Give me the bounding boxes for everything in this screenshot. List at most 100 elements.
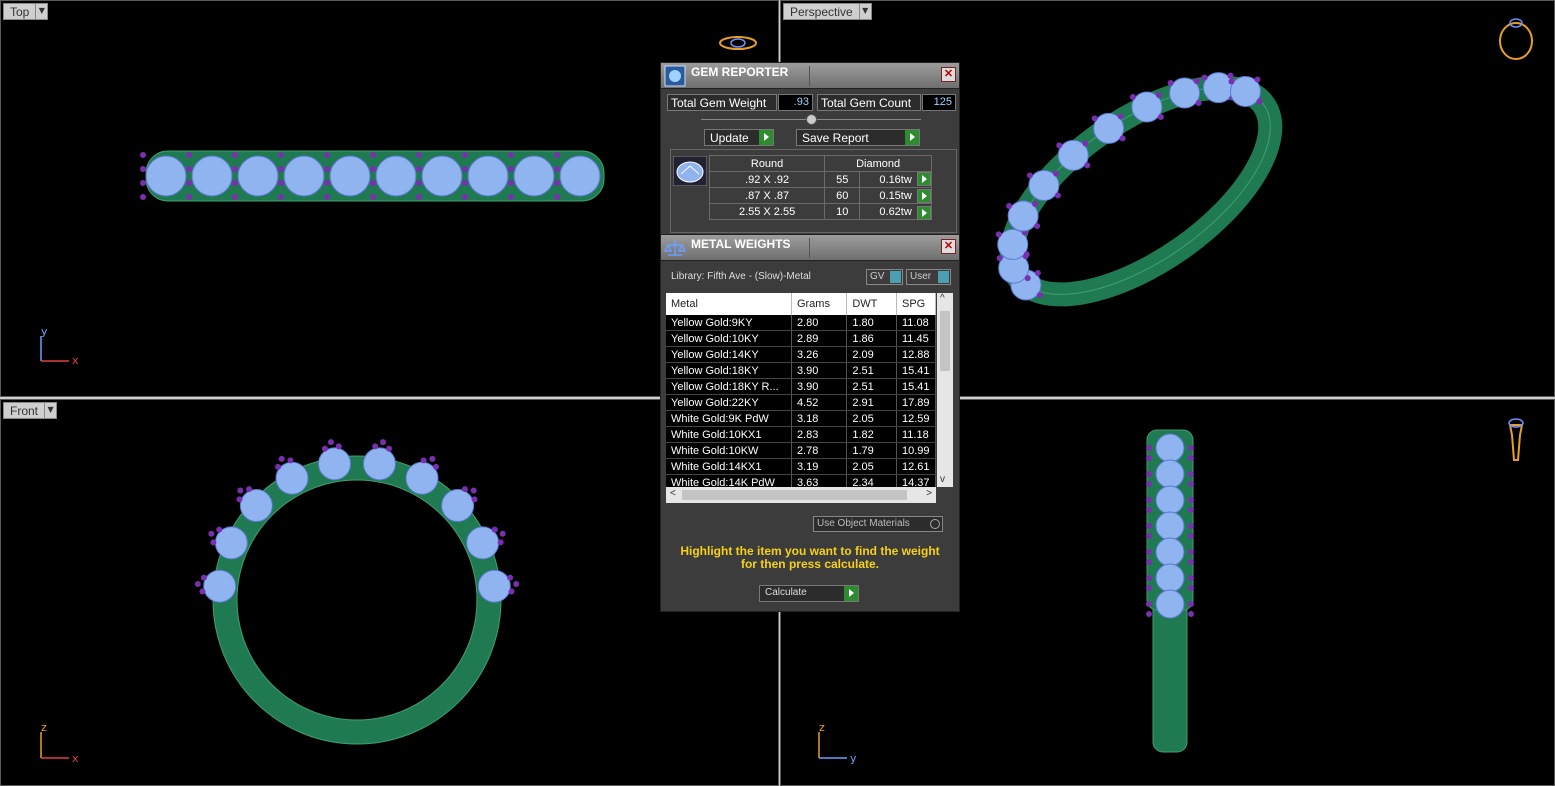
round-gem-icon <box>673 156 707 186</box>
table-cell: White Gold:14KX1 <box>666 459 792 474</box>
vertical-scrollbar[interactable]: ^ v <box>937 293 953 487</box>
col-metal[interactable]: Metal <box>666 293 792 315</box>
prong <box>324 180 330 186</box>
prong <box>370 180 376 186</box>
slider-handle[interactable] <box>806 114 817 125</box>
prong <box>996 255 1003 262</box>
gem-stone <box>477 569 511 603</box>
prong <box>416 194 422 200</box>
gem-table-row[interactable]: .87 X .87 60 0.15tw <box>708 187 932 204</box>
table-row[interactable]: White Gold:9K PdW 3.18 2.05 12.59 <box>666 411 936 427</box>
col-grams[interactable]: Grams <box>792 293 848 315</box>
play-arrow-icon[interactable] <box>917 189 931 203</box>
prong <box>1188 507 1194 513</box>
update-button[interactable]: Update <box>704 129 774 146</box>
table-row[interactable]: White Gold:10KX1 2.83 1.82 11.18 <box>666 427 936 443</box>
gem-stone <box>237 155 279 197</box>
prong <box>1052 170 1059 177</box>
chevron-down-icon[interactable]: ▼ <box>36 3 49 20</box>
prong <box>1056 142 1063 149</box>
prong <box>278 180 284 186</box>
play-arrow-icon[interactable] <box>917 206 931 220</box>
prong <box>508 152 514 158</box>
prong <box>499 530 506 537</box>
gem-stone <box>1155 511 1185 541</box>
table-row[interactable]: Yellow Gold:18KY R... 3.90 2.51 15.41 <box>666 379 936 395</box>
table-cell: 2.83 <box>792 427 848 442</box>
gv-toggle[interactable]: GV <box>866 269 903 285</box>
table-row[interactable]: Yellow Gold:18KY 3.90 2.51 15.41 <box>666 363 936 379</box>
view-cube-icon <box>1499 18 1533 60</box>
prong <box>461 486 468 493</box>
prong <box>1227 72 1234 79</box>
table-row[interactable]: Yellow Gold:10KY 2.89 1.86 11.45 <box>666 331 936 347</box>
prong <box>420 457 427 464</box>
radio-indicator <box>930 519 940 529</box>
table-row[interactable]: Yellow Gold:9KY 2.80 1.80 11.08 <box>666 315 936 331</box>
scroll-left-icon[interactable]: < <box>670 488 676 499</box>
table-cell: 12.59 <box>897 411 936 426</box>
prong <box>200 574 207 581</box>
prong <box>140 166 146 172</box>
prong <box>462 180 468 186</box>
scroll-thumb[interactable] <box>940 311 950 371</box>
gem-table-row[interactable]: .92 X .92 55 0.16tw <box>708 171 932 188</box>
play-arrow-icon[interactable] <box>917 172 931 186</box>
gem-reporter-titlebar[interactable]: GEM REPORTER ✕ <box>661 63 959 89</box>
table-row[interactable]: White Gold:14KX1 3.19 2.05 12.61 <box>666 459 936 475</box>
prong <box>1188 445 1194 451</box>
prong <box>246 486 253 493</box>
save-report-button[interactable]: Save Report <box>796 129 920 146</box>
prong <box>471 496 478 503</box>
table-row[interactable]: White Gold:14K PdW 3.63 2.34 14.37 <box>666 475 936 487</box>
chevron-down-icon[interactable]: ▼ <box>45 402 58 419</box>
gem-count-cell: 55 <box>824 171 861 188</box>
table-row[interactable]: Yellow Gold:22KY 4.52 2.91 17.89 <box>666 395 936 411</box>
table-row[interactable]: Yellow Gold:14KY 3.26 2.09 12.88 <box>666 347 936 363</box>
table-row[interactable]: White Gold:10KW 2.78 1.79 10.99 <box>666 443 936 459</box>
prong <box>1146 445 1152 451</box>
viewport-label-perspective[interactable]: Perspective ▼ <box>783 3 872 20</box>
prong <box>1091 115 1098 122</box>
prong <box>278 152 284 158</box>
prong <box>1228 78 1235 85</box>
prong <box>370 194 376 200</box>
gem-table-row[interactable]: 2.55 X 2.55 10 0.62tw <box>708 203 932 220</box>
table-cell: 3.63 <box>792 475 848 487</box>
viewport-label-front[interactable]: Front ▼ <box>3 402 58 419</box>
close-icon[interactable]: ✕ <box>941 239 956 254</box>
table-cell: White Gold:9K PdW <box>666 411 792 426</box>
prong <box>232 166 238 172</box>
total-gem-count-value: 125 <box>922 94 956 111</box>
scroll-right-icon[interactable]: > <box>926 488 932 499</box>
use-object-materials-toggle[interactable]: Use Object Materials <box>813 516 943 532</box>
col-spg[interactable]: SPG <box>897 293 936 315</box>
calculate-button[interactable]: Calculate <box>759 585 859 602</box>
prong <box>1188 559 1194 565</box>
prong <box>1026 172 1033 179</box>
gem-stone <box>318 447 352 481</box>
col-dwt[interactable]: DWT <box>847 293 897 315</box>
table-cell: 2.80 <box>792 315 848 330</box>
prong <box>1188 497 1194 503</box>
table-cell: Yellow Gold:14KY <box>666 347 792 362</box>
gem-stone <box>375 155 417 197</box>
viewport-label-top[interactable]: Top ▼ <box>3 3 49 20</box>
close-icon[interactable]: ✕ <box>941 67 956 82</box>
prong <box>507 574 514 581</box>
horizontal-scrollbar[interactable]: < > <box>666 487 936 503</box>
scroll-thumb[interactable] <box>682 490 907 500</box>
prong <box>1188 585 1194 591</box>
chevron-down-icon[interactable]: ▼ <box>859 3 872 20</box>
metal-weights-titlebar[interactable]: METAL WEIGHTS ✕ <box>661 235 959 261</box>
prong <box>1146 481 1152 487</box>
scroll-down-icon[interactable]: v <box>940 474 945 485</box>
metal-weights-table[interactable]: Metal Grams DWT SPG Yellow Gold:9KY 2.80 1… <box>666 293 936 487</box>
scroll-up-icon[interactable]: ^ <box>940 293 945 304</box>
prong <box>1146 533 1152 539</box>
axis-gizmo <box>818 732 847 759</box>
user-toggle[interactable]: User <box>906 269 951 285</box>
save-report-button-label: Save Report <box>802 131 869 145</box>
prong <box>232 180 238 186</box>
gem-reporter-icon <box>664 65 686 87</box>
